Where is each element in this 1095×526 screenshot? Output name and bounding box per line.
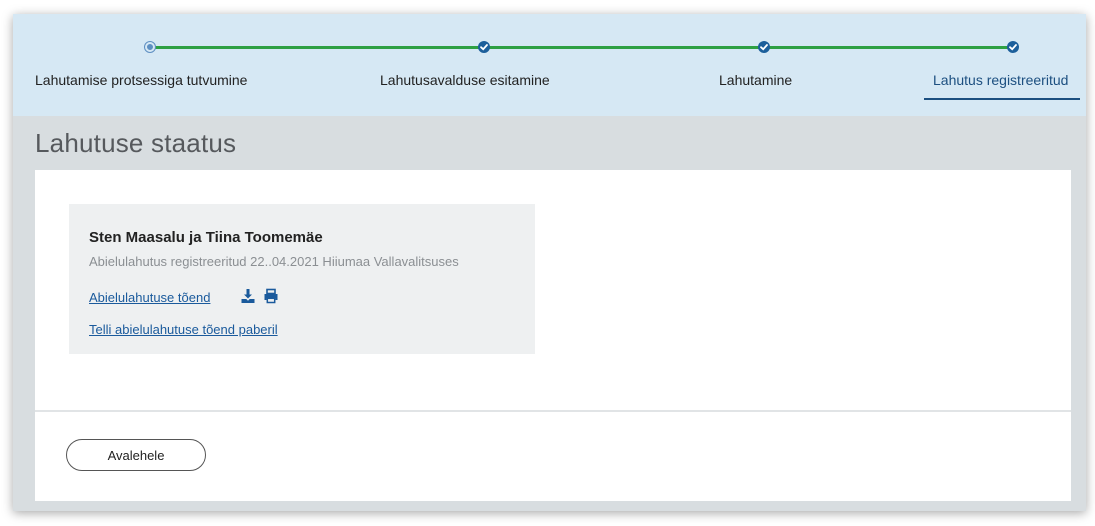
active-step-underline — [924, 98, 1080, 100]
step-4-check-icon — [1007, 41, 1019, 53]
step-1-dot — [145, 42, 155, 52]
print-icon[interactable] — [263, 288, 281, 304]
card-divider — [35, 410, 1071, 412]
status-card: Sten Maasalu ja Tiina Toomemäe Abielulah… — [35, 170, 1071, 501]
step-label-2[interactable]: Lahutusavalduse esitamine — [380, 72, 550, 88]
step-3-check-icon — [758, 41, 770, 53]
order-paper-certificate-link[interactable]: Telli abielulahutuse tõend paberil — [89, 322, 278, 337]
step-label-4[interactable]: Lahutus registreeritud — [933, 72, 1068, 88]
progress-stepper: Lahutamise protsessiga tutvumine Lahutus… — [13, 14, 1086, 116]
step-2-check-icon — [478, 41, 490, 53]
download-icon[interactable] — [240, 288, 258, 304]
home-button[interactable]: Avalehele — [66, 439, 206, 471]
step-label-3[interactable]: Lahutamine — [719, 72, 792, 88]
app-window: Lahutamise protsessiga tutvumine Lahutus… — [13, 14, 1086, 511]
divorce-record-box: Sten Maasalu ja Tiina Toomemäe Abielulah… — [69, 204, 535, 354]
progress-line — [150, 46, 1011, 49]
page-title: Lahutuse staatus — [35, 128, 237, 158]
step-label-1[interactable]: Lahutamise protsessiga tutvumine — [35, 72, 247, 88]
couple-names: Sten Maasalu ja Tiina Toomemäe — [89, 229, 323, 246]
registration-info: Abielulahutus registreeritud 22..04.2021… — [89, 254, 459, 269]
certificate-link[interactable]: Abielulahutuse tõend — [89, 290, 210, 305]
